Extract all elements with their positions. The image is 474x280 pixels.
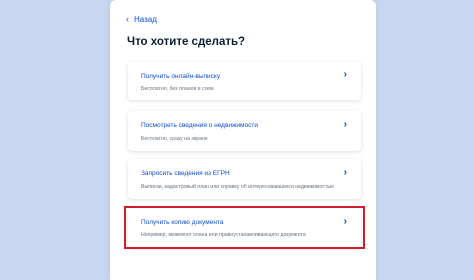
option-label: Запросить сведения из ЕГРН xyxy=(141,170,230,177)
page-title: Что хотите сделать? xyxy=(127,36,246,48)
option-description: Бесплатно, без планов и схем xyxy=(141,86,214,92)
option-online-extract[interactable]: Получить онлайн-выписку Бесплатно, без п… xyxy=(128,62,361,100)
chevron-right-icon: › xyxy=(343,69,347,80)
option-description: Например, межевого плана или правоустана… xyxy=(141,232,306,238)
chevron-right-icon: › xyxy=(343,167,347,178)
option-label: Получить онлайн-выписку xyxy=(141,73,221,80)
option-document-copy[interactable]: Получить копию документа Например, межев… xyxy=(128,208,361,248)
option-view-property-info[interactable]: Посмотреть сведения о недвижимости Беспл… xyxy=(128,111,361,151)
chevron-right-icon: › xyxy=(343,216,347,227)
option-description: Выписки, кадастровый план или справку об… xyxy=(141,184,334,190)
chevron-left-icon: ‹ xyxy=(126,14,129,24)
back-label: Назад xyxy=(134,15,157,24)
option-label: Посмотреть сведения о недвижимости xyxy=(141,122,258,129)
chevron-right-icon: › xyxy=(343,119,347,130)
option-description: Бесплатно, сразу на экране xyxy=(141,136,208,142)
back-link[interactable]: ‹ Назад xyxy=(126,14,157,25)
option-label: Получить копию документа xyxy=(141,219,224,226)
option-request-egrn[interactable]: Запросить сведения из ЕГРН Выписки, када… xyxy=(128,159,361,199)
